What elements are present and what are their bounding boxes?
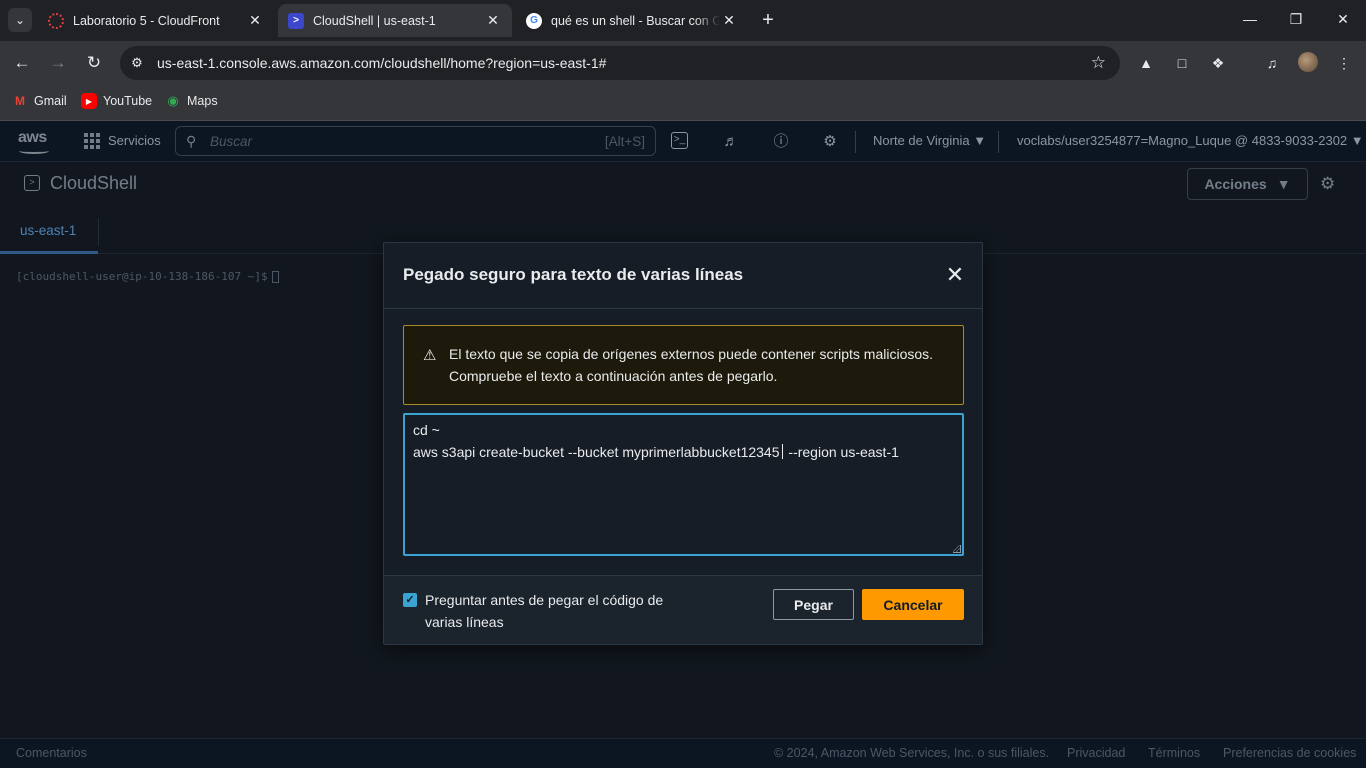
reload-icon[interactable]: ↻ (82, 51, 106, 75)
bookmarks-bar: M Gmail ▶ YouTube ◉ Maps (0, 85, 1366, 121)
browser-tab-bar: ⌄ Laboratorio 5 - CloudFront ✕ > CloudSh… (0, 0, 1366, 41)
google-icon: G (526, 12, 542, 29)
checkbox-label-line2[interactable]: varias líneas (425, 614, 504, 630)
profile-avatar[interactable] (1298, 52, 1318, 72)
paste-text-area[interactable]: cd ~ aws s3api create-bucket --bucket my… (403, 413, 964, 556)
close-tab-icon[interactable]: ✕ (484, 12, 502, 29)
resize-handle-icon[interactable] (953, 545, 961, 553)
modal-footer: ✓ Preguntar antes de pegar el código de … (384, 575, 982, 644)
close-tab-icon[interactable]: ✕ (246, 12, 264, 29)
url-text[interactable]: us-east-1.console.aws.amazon.com/cloudsh… (157, 55, 606, 71)
tab-cloudshell[interactable]: > CloudShell | us-east-1 ✕ (278, 4, 512, 37)
text-line-1: cd ~ (413, 422, 440, 438)
bookmark-label: YouTube (103, 94, 153, 108)
warning-text-line1: El texto que se copia de orígenes extern… (449, 346, 934, 362)
tab-google-search[interactable]: G qué es un shell - Buscar con Google ✕ (516, 4, 748, 37)
bookmark-star-icon[interactable]: ☆ (1091, 53, 1106, 73)
aws-academy-icon (48, 12, 64, 29)
bookmark-label: Gmail (34, 94, 67, 108)
cloudshell-icon: > (288, 12, 304, 29)
bookmark-gmail[interactable]: M Gmail (12, 93, 67, 109)
browser-toolbar: ← → ↻ ⚙ us-east-1.console.aws.amazon.com… (0, 41, 1366, 85)
gmail-icon: M (15, 94, 25, 108)
cancel-button[interactable]: Cancelar (862, 589, 964, 620)
site-info-icon[interactable]: ⚙ (129, 55, 145, 71)
back-icon[interactable]: ← (10, 51, 34, 75)
ask-before-paste-checkbox[interactable]: ✓ (403, 593, 417, 607)
restore-icon[interactable]: ❐ (1286, 11, 1306, 28)
modal-header: Pegado seguro para texto de varias línea… (384, 243, 982, 309)
tab-title: qué es un shell - Buscar con Google (551, 13, 720, 28)
browser-menu-icon[interactable]: ⋮ (1334, 53, 1354, 73)
modal-title: Pegado seguro para texto de varias línea… (403, 265, 744, 284)
media-control-icon[interactable]: ♫ (1262, 53, 1282, 73)
text-cursor (781, 444, 783, 459)
close-window-icon[interactable]: ✕ (1333, 11, 1353, 28)
tab-title: CloudShell | us-east-1 (313, 13, 436, 28)
tab-laboratorio[interactable]: Laboratorio 5 - CloudFront ✕ (38, 4, 274, 37)
text-line-2-part-b: --region us-east-1 (784, 444, 899, 460)
warning-icon: ⚠ (423, 347, 437, 364)
new-tab-icon[interactable]: + (758, 9, 778, 32)
maps-icon: ◉ (167, 93, 179, 108)
extensions-puzzle-icon[interactable]: ❖ (1208, 53, 1228, 73)
extension-icon[interactable]: ▲ (1136, 53, 1156, 73)
warning-text-line2: Compruebe el texto a continuación antes … (449, 368, 778, 384)
tab-title: Laboratorio 5 - CloudFront (73, 13, 220, 28)
warning-alert: ⚠ El texto que se copia de orígenes exte… (403, 325, 964, 405)
safe-paste-modal: Pegado seguro para texto de varias línea… (383, 242, 983, 645)
text-line-2-part-a: aws s3api create-bucket --bucket myprime… (413, 444, 780, 460)
checkbox-label-line1[interactable]: Preguntar antes de pegar el código de (425, 592, 663, 608)
bookmark-label: Maps (187, 94, 218, 108)
youtube-icon: ▶ (81, 93, 97, 109)
paste-button[interactable]: Pegar (773, 589, 854, 620)
bookmark-maps[interactable]: ◉ Maps (165, 93, 218, 109)
address-bar[interactable]: ⚙ us-east-1.console.aws.amazon.com/cloud… (120, 46, 1120, 80)
text-line-2: aws s3api create-bucket --bucket myprime… (413, 444, 899, 460)
close-tab-icon[interactable]: ✕ (720, 12, 738, 29)
tab-search-button[interactable]: ⌄ (8, 8, 32, 32)
reading-list-icon[interactable]: □ (1172, 53, 1192, 73)
bookmark-youtube[interactable]: ▶ YouTube (81, 93, 152, 109)
minimize-icon[interactable]: — (1240, 11, 1260, 27)
forward-icon[interactable]: → (46, 51, 70, 75)
close-icon[interactable]: ✕ (944, 263, 966, 287)
